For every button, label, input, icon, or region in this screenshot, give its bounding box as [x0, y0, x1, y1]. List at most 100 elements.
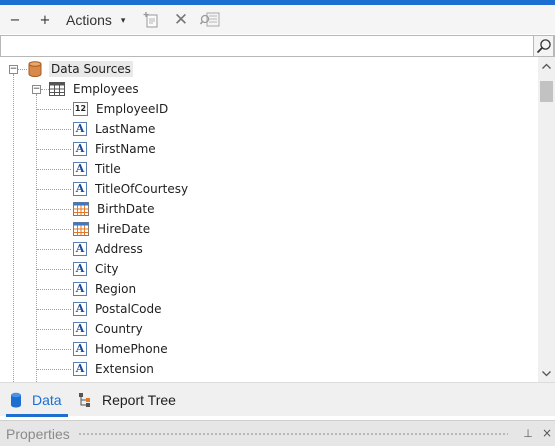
field-country[interactable]: A Country	[73, 319, 143, 339]
string-field-icon: A	[73, 242, 87, 256]
tree-connector	[37, 329, 71, 330]
field-address[interactable]: A Address	[73, 239, 143, 259]
tree-node-label: Employees	[73, 82, 139, 96]
close-icon: ✕	[173, 10, 189, 30]
search-input[interactable]	[3, 37, 533, 55]
database-icon	[27, 61, 43, 77]
scroll-up-button[interactable]	[538, 57, 555, 74]
numeric-field-icon: 12	[73, 102, 88, 116]
tree-guide-line	[36, 94, 37, 382]
tree-connector	[41, 89, 49, 90]
field-employeeid[interactable]: 12 EmployeeID	[73, 99, 168, 119]
string-field-icon: A	[73, 302, 87, 316]
tab-label: Report Tree	[102, 392, 176, 408]
collapse-all-button[interactable]: −	[6, 10, 24, 30]
collapse-data-sources-toggle[interactable]: −	[9, 65, 18, 74]
field-lastname[interactable]: A LastName	[73, 119, 155, 139]
field-label: HireDate	[97, 222, 151, 236]
vertical-scrollbar[interactable]	[538, 57, 555, 382]
tree-connector	[37, 249, 71, 250]
field-city[interactable]: A City	[73, 259, 119, 279]
field-label: BirthDate	[97, 202, 155, 216]
search-box	[0, 35, 555, 57]
field-titleofcourtesy[interactable]: A TitleOfCourtesy	[73, 179, 188, 199]
remove-button[interactable]: ✕	[171, 10, 191, 30]
tree-connector	[37, 209, 71, 210]
tree-connector	[37, 109, 71, 110]
tree-connector	[37, 309, 71, 310]
scroll-down-button[interactable]	[538, 365, 555, 382]
field-label: TitleOfCourtesy	[95, 182, 189, 196]
field-label: Address	[95, 242, 143, 256]
field-region[interactable]: A Region	[73, 279, 136, 299]
field-label: HomePhone	[95, 342, 168, 356]
calendar-icon	[73, 221, 89, 237]
panel-tabs: Data Report Tree	[0, 382, 555, 417]
scrollbar-thumb[interactable]	[540, 81, 553, 102]
string-field-icon: A	[73, 282, 87, 296]
search-icon	[536, 39, 551, 54]
close-icon[interactable]: ×	[541, 425, 553, 441]
field-label: Extension	[95, 362, 154, 376]
tree-node-label: Data Sources	[49, 61, 133, 77]
field-label: Country	[95, 322, 143, 336]
tree-connector	[37, 369, 71, 370]
tree-connector	[37, 169, 71, 170]
string-field-icon: A	[73, 162, 87, 176]
data-tree: − Data Sources − Employees 12 EmployeeID…	[0, 57, 538, 382]
tree-connector	[37, 149, 71, 150]
field-label: FirstName	[95, 142, 156, 156]
field-birthdate[interactable]: BirthDate	[73, 199, 155, 219]
tree-connector	[18, 69, 27, 70]
string-field-icon: A	[73, 182, 87, 196]
field-firstname[interactable]: A FirstName	[73, 139, 156, 159]
field-label: PostalCode	[95, 302, 162, 316]
tree-guide-line	[13, 74, 14, 382]
properties-title: Properties	[6, 426, 70, 442]
field-hiredate[interactable]: HireDate	[73, 219, 150, 239]
string-field-icon: A	[73, 342, 87, 356]
field-homephone[interactable]: A HomePhone	[73, 339, 168, 359]
collapse-employees-toggle[interactable]: −	[32, 85, 41, 94]
string-field-icon: A	[73, 362, 87, 376]
query-editor-icon	[200, 12, 220, 27]
report-tree-icon	[78, 392, 92, 408]
field-extension[interactable]: A Extension	[73, 359, 154, 379]
field-label: Title	[95, 162, 121, 176]
field-label: Region	[95, 282, 137, 296]
field-title[interactable]: A Title	[73, 159, 121, 179]
tree-connector	[37, 289, 71, 290]
add-data-source-button[interactable]	[142, 10, 162, 30]
field-label: EmployeeID	[96, 102, 169, 116]
string-field-icon: A	[73, 262, 87, 276]
tree-node-data-sources[interactable]: Data Sources	[27, 59, 133, 79]
string-field-icon: A	[73, 322, 87, 336]
field-label: City	[95, 262, 119, 276]
toolbar: − + Actions ▾ ✕	[0, 5, 555, 34]
tab-report-tree[interactable]: Report Tree	[78, 387, 176, 413]
tab-data[interactable]: Data	[4, 387, 70, 417]
tree-connector	[37, 269, 71, 270]
tab-label: Data	[32, 392, 62, 408]
actions-label: Actions	[66, 12, 112, 28]
actions-dropdown[interactable]: Actions ▾	[62, 10, 138, 30]
chevron-down-icon	[542, 370, 551, 376]
calendar-icon	[73, 201, 89, 217]
expand-all-button[interactable]: +	[36, 10, 54, 30]
database-icon	[10, 392, 22, 408]
tree-connector	[37, 349, 71, 350]
pin-icon[interactable]: ⊥	[522, 425, 534, 441]
add-data-source-icon	[143, 12, 158, 28]
string-field-icon: A	[73, 122, 87, 136]
drag-handle[interactable]	[78, 432, 508, 436]
chevron-up-icon	[542, 63, 551, 69]
tree-connector	[37, 229, 71, 230]
search-button[interactable]	[533, 35, 554, 57]
field-label: LastName	[95, 122, 156, 136]
properties-panel-header: Properties ⊥ ×	[0, 420, 555, 446]
field-postalcode[interactable]: A PostalCode	[73, 299, 162, 319]
tree-node-employees[interactable]: Employees	[49, 79, 139, 99]
string-field-icon: A	[73, 142, 87, 156]
tree-connector	[37, 129, 71, 130]
edit-query-button[interactable]	[200, 10, 220, 30]
